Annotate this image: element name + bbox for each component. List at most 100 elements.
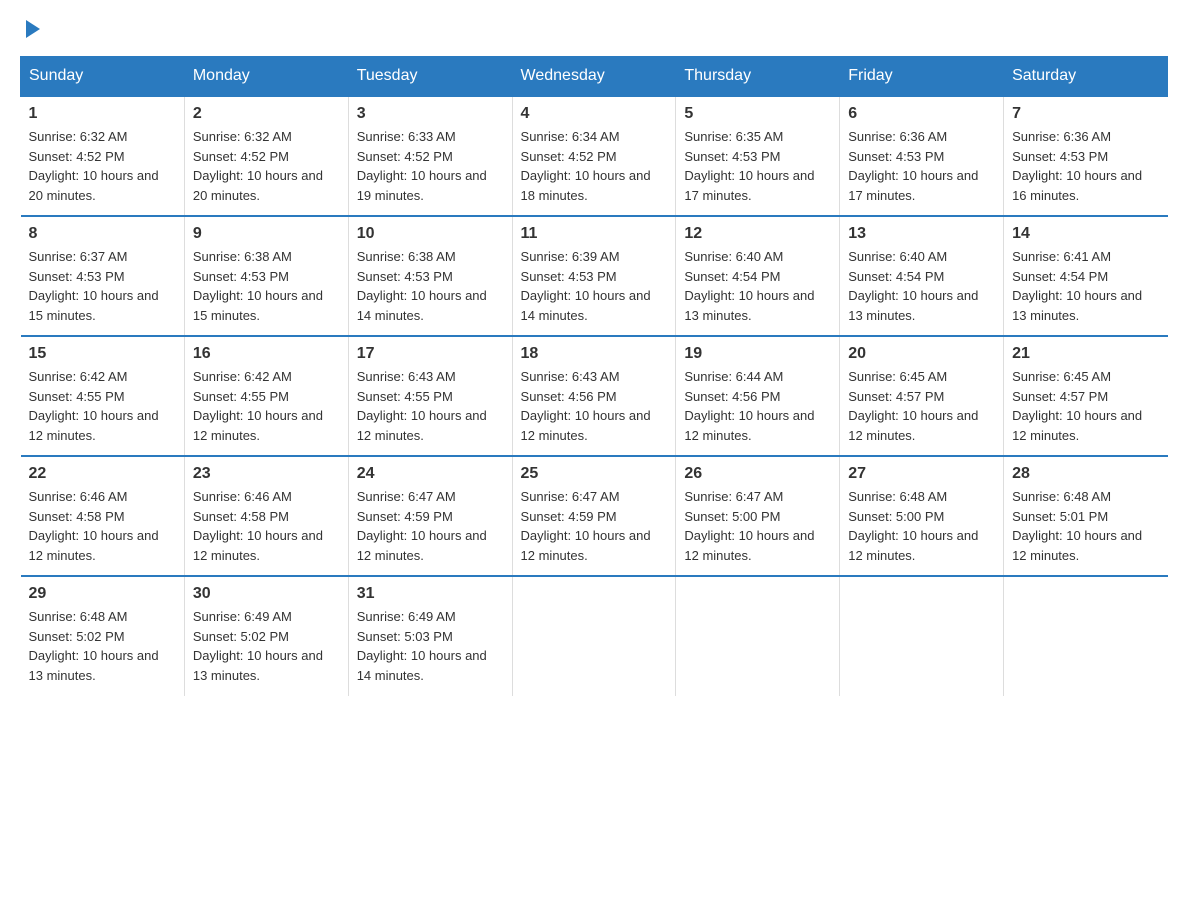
day-number: 26: [684, 465, 831, 483]
calendar-cell: 24 Sunrise: 6:47 AMSunset: 4:59 PMDaylig…: [348, 456, 512, 576]
calendar-cell: 23 Sunrise: 6:46 AMSunset: 4:58 PMDaylig…: [184, 456, 348, 576]
day-number: 21: [1012, 345, 1159, 363]
day-info: Sunrise: 6:34 AMSunset: 4:52 PMDaylight:…: [521, 127, 668, 205]
day-number: 30: [193, 585, 340, 603]
day-number: 17: [357, 345, 504, 363]
weekday-header-row: SundayMondayTuesdayWednesdayThursdayFrid…: [21, 57, 1168, 97]
day-number: 20: [848, 345, 995, 363]
day-number: 15: [29, 345, 176, 363]
day-info: Sunrise: 6:35 AMSunset: 4:53 PMDaylight:…: [684, 127, 831, 205]
day-info: Sunrise: 6:40 AMSunset: 4:54 PMDaylight:…: [848, 247, 995, 325]
calendar-cell: 26 Sunrise: 6:47 AMSunset: 5:00 PMDaylig…: [676, 456, 840, 576]
day-number: 28: [1012, 465, 1159, 483]
day-info: Sunrise: 6:45 AMSunset: 4:57 PMDaylight:…: [848, 367, 995, 445]
day-info: Sunrise: 6:47 AMSunset: 4:59 PMDaylight:…: [521, 487, 668, 565]
day-info: Sunrise: 6:43 AMSunset: 4:56 PMDaylight:…: [521, 367, 668, 445]
calendar-cell: 5 Sunrise: 6:35 AMSunset: 4:53 PMDayligh…: [676, 96, 840, 216]
calendar-cell: 1 Sunrise: 6:32 AMSunset: 4:52 PMDayligh…: [21, 96, 185, 216]
day-number: 7: [1012, 105, 1159, 123]
calendar-cell: 7 Sunrise: 6:36 AMSunset: 4:53 PMDayligh…: [1004, 96, 1168, 216]
weekday-header-monday: Monday: [184, 57, 348, 97]
day-number: 18: [521, 345, 668, 363]
calendar-cell: 18 Sunrise: 6:43 AMSunset: 4:56 PMDaylig…: [512, 336, 676, 456]
calendar-cell: 10 Sunrise: 6:38 AMSunset: 4:53 PMDaylig…: [348, 216, 512, 336]
calendar-cell: 29 Sunrise: 6:48 AMSunset: 5:02 PMDaylig…: [21, 576, 185, 696]
day-number: 11: [521, 225, 668, 243]
day-info: Sunrise: 6:32 AMSunset: 4:52 PMDaylight:…: [29, 127, 176, 205]
calendar-cell: 30 Sunrise: 6:49 AMSunset: 5:02 PMDaylig…: [184, 576, 348, 696]
calendar-cell: 9 Sunrise: 6:38 AMSunset: 4:53 PMDayligh…: [184, 216, 348, 336]
day-number: 14: [1012, 225, 1159, 243]
day-info: Sunrise: 6:39 AMSunset: 4:53 PMDaylight:…: [521, 247, 668, 325]
day-info: Sunrise: 6:48 AMSunset: 5:01 PMDaylight:…: [1012, 487, 1159, 565]
day-info: Sunrise: 6:48 AMSunset: 5:02 PMDaylight:…: [29, 607, 176, 685]
day-number: 16: [193, 345, 340, 363]
day-number: 23: [193, 465, 340, 483]
calendar-cell: 13 Sunrise: 6:40 AMSunset: 4:54 PMDaylig…: [840, 216, 1004, 336]
calendar-table: SundayMondayTuesdayWednesdayThursdayFrid…: [20, 56, 1168, 696]
day-number: 12: [684, 225, 831, 243]
day-info: Sunrise: 6:36 AMSunset: 4:53 PMDaylight:…: [1012, 127, 1159, 205]
day-info: Sunrise: 6:38 AMSunset: 4:53 PMDaylight:…: [357, 247, 504, 325]
day-info: Sunrise: 6:42 AMSunset: 4:55 PMDaylight:…: [193, 367, 340, 445]
day-number: 19: [684, 345, 831, 363]
week-row-4: 22 Sunrise: 6:46 AMSunset: 4:58 PMDaylig…: [21, 456, 1168, 576]
day-info: Sunrise: 6:42 AMSunset: 4:55 PMDaylight:…: [29, 367, 176, 445]
calendar-cell: 27 Sunrise: 6:48 AMSunset: 5:00 PMDaylig…: [840, 456, 1004, 576]
weekday-header-thursday: Thursday: [676, 57, 840, 97]
day-number: 3: [357, 105, 504, 123]
calendar-cell: 20 Sunrise: 6:45 AMSunset: 4:57 PMDaylig…: [840, 336, 1004, 456]
day-number: 24: [357, 465, 504, 483]
week-row-2: 8 Sunrise: 6:37 AMSunset: 4:53 PMDayligh…: [21, 216, 1168, 336]
calendar-cell: 12 Sunrise: 6:40 AMSunset: 4:54 PMDaylig…: [676, 216, 840, 336]
day-number: 22: [29, 465, 176, 483]
calendar-cell: [1004, 576, 1168, 696]
calendar-cell: [840, 576, 1004, 696]
day-info: Sunrise: 6:49 AMSunset: 5:03 PMDaylight:…: [357, 607, 504, 685]
day-info: Sunrise: 6:38 AMSunset: 4:53 PMDaylight:…: [193, 247, 340, 325]
weekday-header-saturday: Saturday: [1004, 57, 1168, 97]
calendar-cell: 19 Sunrise: 6:44 AMSunset: 4:56 PMDaylig…: [676, 336, 840, 456]
day-info: Sunrise: 6:47 AMSunset: 4:59 PMDaylight:…: [357, 487, 504, 565]
day-info: Sunrise: 6:44 AMSunset: 4:56 PMDaylight:…: [684, 367, 831, 445]
day-info: Sunrise: 6:47 AMSunset: 5:00 PMDaylight:…: [684, 487, 831, 565]
calendar-cell: 15 Sunrise: 6:42 AMSunset: 4:55 PMDaylig…: [21, 336, 185, 456]
calendar-cell: 25 Sunrise: 6:47 AMSunset: 4:59 PMDaylig…: [512, 456, 676, 576]
day-info: Sunrise: 6:48 AMSunset: 5:00 PMDaylight:…: [848, 487, 995, 565]
day-number: 2: [193, 105, 340, 123]
day-info: Sunrise: 6:32 AMSunset: 4:52 PMDaylight:…: [193, 127, 340, 205]
calendar-cell: 31 Sunrise: 6:49 AMSunset: 5:03 PMDaylig…: [348, 576, 512, 696]
day-info: Sunrise: 6:49 AMSunset: 5:02 PMDaylight:…: [193, 607, 340, 685]
weekday-header-wednesday: Wednesday: [512, 57, 676, 97]
day-number: 1: [29, 105, 176, 123]
calendar-cell: 11 Sunrise: 6:39 AMSunset: 4:53 PMDaylig…: [512, 216, 676, 336]
day-info: Sunrise: 6:33 AMSunset: 4:52 PMDaylight:…: [357, 127, 504, 205]
week-row-3: 15 Sunrise: 6:42 AMSunset: 4:55 PMDaylig…: [21, 336, 1168, 456]
day-number: 9: [193, 225, 340, 243]
page-header: [20, 20, 1168, 36]
calendar-cell: 16 Sunrise: 6:42 AMSunset: 4:55 PMDaylig…: [184, 336, 348, 456]
week-row-5: 29 Sunrise: 6:48 AMSunset: 5:02 PMDaylig…: [21, 576, 1168, 696]
day-number: 27: [848, 465, 995, 483]
calendar-cell: 28 Sunrise: 6:48 AMSunset: 5:01 PMDaylig…: [1004, 456, 1168, 576]
day-number: 25: [521, 465, 668, 483]
calendar-cell: 14 Sunrise: 6:41 AMSunset: 4:54 PMDaylig…: [1004, 216, 1168, 336]
day-info: Sunrise: 6:45 AMSunset: 4:57 PMDaylight:…: [1012, 367, 1159, 445]
day-info: Sunrise: 6:37 AMSunset: 4:53 PMDaylight:…: [29, 247, 176, 325]
calendar-cell: 22 Sunrise: 6:46 AMSunset: 4:58 PMDaylig…: [21, 456, 185, 576]
day-number: 13: [848, 225, 995, 243]
day-number: 10: [357, 225, 504, 243]
calendar-cell: 8 Sunrise: 6:37 AMSunset: 4:53 PMDayligh…: [21, 216, 185, 336]
weekday-header-tuesday: Tuesday: [348, 57, 512, 97]
day-number: 4: [521, 105, 668, 123]
weekday-header-sunday: Sunday: [21, 57, 185, 97]
calendar-cell: 2 Sunrise: 6:32 AMSunset: 4:52 PMDayligh…: [184, 96, 348, 216]
calendar-cell: [512, 576, 676, 696]
day-info: Sunrise: 6:46 AMSunset: 4:58 PMDaylight:…: [193, 487, 340, 565]
logo: [20, 20, 44, 36]
day-number: 5: [684, 105, 831, 123]
logo-arrow-icon: [22, 18, 44, 40]
day-info: Sunrise: 6:46 AMSunset: 4:58 PMDaylight:…: [29, 487, 176, 565]
calendar-cell: 6 Sunrise: 6:36 AMSunset: 4:53 PMDayligh…: [840, 96, 1004, 216]
day-info: Sunrise: 6:40 AMSunset: 4:54 PMDaylight:…: [684, 247, 831, 325]
